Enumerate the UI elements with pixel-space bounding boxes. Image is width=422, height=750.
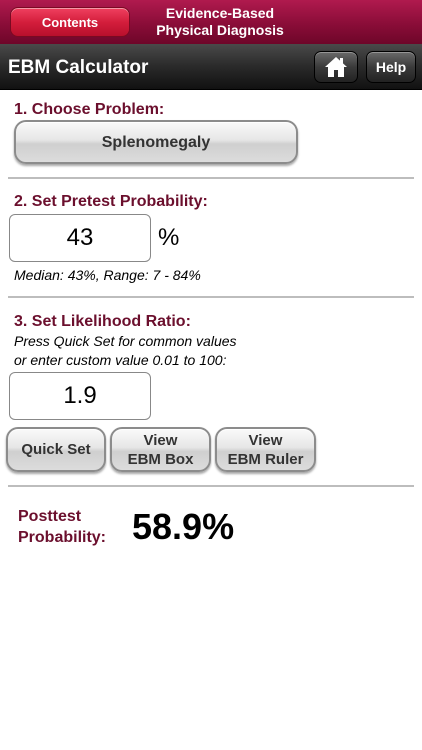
view-ebm-box-button[interactable]: View EBM Box (110, 427, 211, 472)
view-ebm-ruler-line1: View (248, 431, 283, 449)
posttest-probability-label: Posttest Probability: (18, 506, 128, 548)
app-header: Contents Evidence-Based Physical Diagnos… (0, 0, 422, 44)
divider (8, 296, 414, 298)
likelihood-instruction-1: Press Quick Set for common values (14, 333, 237, 349)
view-ebm-ruler-line2: EBM Ruler (227, 450, 304, 468)
app-title-line1: Evidence-Based (165, 5, 275, 21)
divider (8, 177, 414, 179)
posttest-label-line1: Posttest (18, 508, 82, 525)
posttest-probability-value: 58.9% (132, 506, 235, 547)
view-ebm-box-line1: View (143, 431, 178, 449)
problem-select-button[interactable]: Splenomegaly (14, 120, 298, 164)
likelihood-instruction-2: or enter custom value 0.01 to 100: (14, 352, 227, 368)
pretest-probability-label: 2. Set Pretest Probability: (14, 193, 208, 210)
page-title: EBM Calculator (8, 57, 149, 78)
help-button[interactable]: Help (366, 51, 416, 83)
home-icon (325, 57, 347, 77)
likelihood-ratio-label: 3. Set Likelihood Ratio: (14, 313, 191, 330)
view-ebm-ruler-button[interactable]: View EBM Ruler (215, 427, 316, 472)
likelihood-ratio-input[interactable]: 1.9 (9, 372, 151, 420)
view-ebm-box-line2: EBM Box (127, 450, 194, 468)
quick-set-button[interactable]: Quick Set (6, 427, 106, 472)
posttest-label-line2: Probability: (18, 529, 107, 546)
contents-button[interactable]: Contents (10, 7, 130, 37)
percent-unit: % (158, 224, 180, 251)
app-title-line2: Physical Diagnosis (156, 22, 284, 38)
home-button[interactable] (314, 51, 358, 83)
divider (8, 485, 414, 487)
nav-bar: EBM Calculator Help (0, 44, 422, 90)
app-title: Evidence-Based Physical Diagnosis (140, 5, 300, 39)
choose-problem-label: 1. Choose Problem: (14, 101, 165, 118)
pretest-range-note: Median: 43%, Range: 7 - 84% (14, 267, 201, 283)
pretest-probability-input[interactable]: 43 (9, 214, 151, 262)
